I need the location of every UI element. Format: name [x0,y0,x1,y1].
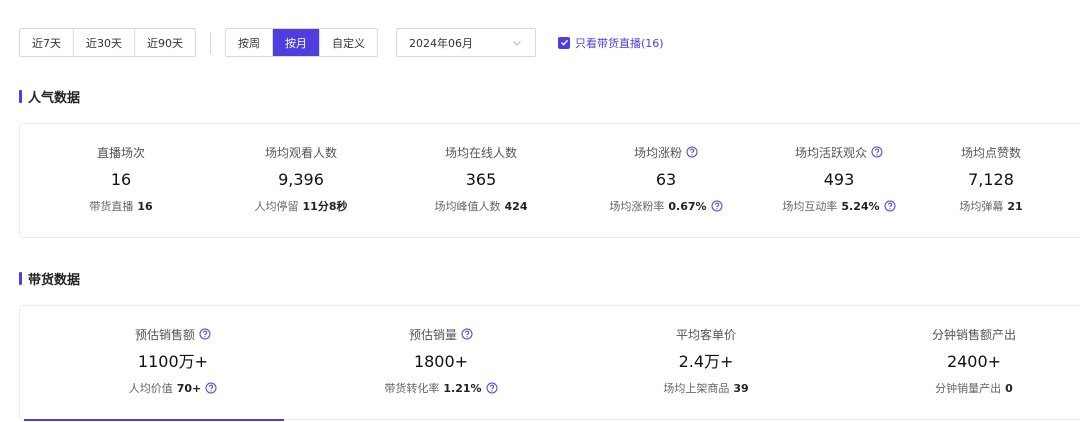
metric-sub: 分钟销量产出 0 [935,381,1013,396]
section-accent-bar [19,90,22,103]
metric-avg-viewers: 场均观看人数 9,396 人均停留 11分8秒 [211,144,391,214]
metric-live-count: 直播场次 16 带货直播 16 [31,144,211,214]
month-select[interactable]: 2024年06月 [396,28,536,57]
help-icon[interactable] [199,328,211,340]
section-title-sales: 带货数据 [19,269,80,288]
metric-label: 直播场次 [96,145,145,160]
popularity-card: 直播场次 16 带货直播 16 场均观看人数 9,396 人均停留 11分8秒 场均… [19,123,1080,238]
filter-toolbar: 近7天 近30天 近90天 按周 按月 自定义 2024年06月 只看带货直播(… [19,28,664,57]
help-icon[interactable] [711,200,723,212]
metric-sub: 场均涨粉率 0.67% [576,198,756,214]
metric-label: 场均观看人数 [264,145,337,160]
period-selector: 按周 按月 自定义 [225,28,378,57]
metric-label: 场均点赞数 [960,145,1021,160]
metric-avg-likes: 场均点赞数 7,128 场均弹幕 21 [901,144,1080,214]
metric-avg-followers: 场均涨粉 63 场均涨粉率 0.67% [576,144,756,214]
metric-sub: 场均上架商品 39 [663,381,749,396]
month-select-value: 2024年06月 [409,36,473,50]
help-icon[interactable] [884,200,896,212]
metric-sub: 人均价值 70+ [83,380,263,396]
checkbox-checked-icon [558,36,570,49]
metric-sub: 场均峰值人数 424 [434,199,528,214]
metric-value: 2400+ [946,352,1002,371]
divider [210,31,211,54]
metric-label: 分钟销售额产出 [931,327,1016,342]
metric-value: 7,128 [968,170,1014,189]
checkbox-label: 只看带货直播(16) [575,36,664,50]
active-tab-indicator [24,419,284,421]
period-custom[interactable]: 自定义 [320,29,377,56]
metric-value: 1100万+ [137,352,209,371]
metric-value: 63 [655,170,677,189]
period-month[interactable]: 按月 [273,29,320,56]
range-7d[interactable]: 近7天 [20,29,74,56]
help-icon[interactable] [461,328,473,340]
help-icon[interactable] [686,146,698,158]
period-week[interactable]: 按周 [226,29,273,56]
metric-value: 1800+ [413,352,469,371]
metric-sub: 带货直播 16 [89,199,153,214]
metric-label: 预估销量 [351,326,531,342]
metric-label: 平均客单价 [675,327,736,342]
metric-value: 365 [465,170,497,189]
chevron-down-icon [513,40,521,46]
metric-value: 9,396 [278,170,324,189]
metric-label: 场均在线人数 [444,145,517,160]
section-accent-bar [19,272,22,285]
metric-est-volume[interactable]: 预估销量 1800+ 带货转化率 1.21% [351,326,531,396]
metric-sub: 场均弹幕 21 [959,199,1023,214]
metric-avg-order-price[interactable]: 平均客单价 2.4万+ 场均上架商品 39 [616,326,796,396]
metric-est-sales[interactable]: 预估销售额 1100万+ 人均价值 70+ [83,326,263,396]
section-title-text: 带货数据 [28,273,81,288]
metric-value: 16 [110,170,132,189]
metric-label: 预估销售额 [83,326,263,342]
only-sales-live-checkbox[interactable]: 只看带货直播(16) [558,35,664,51]
range-90d[interactable]: 近90天 [135,29,195,56]
metric-sub: 人均停留 11分8秒 [254,200,348,213]
section-title-popularity: 人气数据 [19,87,80,106]
metric-sub: 带货转化率 1.21% [351,380,531,396]
help-icon[interactable] [205,382,217,394]
section-title-text: 人气数据 [28,91,81,106]
help-icon[interactable] [871,146,883,158]
metric-value: 2.4万+ [678,352,734,371]
metric-avg-online: 场均在线人数 365 场均峰值人数 424 [391,144,571,214]
metric-sales-per-minute[interactable]: 分钟销售额产出 2400+ 分钟销量产出 0 [884,326,1064,396]
sales-card: 预估销售额 1100万+ 人均价值 70+ 预估销量 1800+ 带货转化率 1.2… [19,305,1080,421]
range-30d[interactable]: 近30天 [74,29,135,56]
help-icon[interactable] [486,382,498,394]
range-selector: 近7天 近30天 近90天 [19,28,196,57]
metric-label: 场均涨粉 [576,144,756,160]
